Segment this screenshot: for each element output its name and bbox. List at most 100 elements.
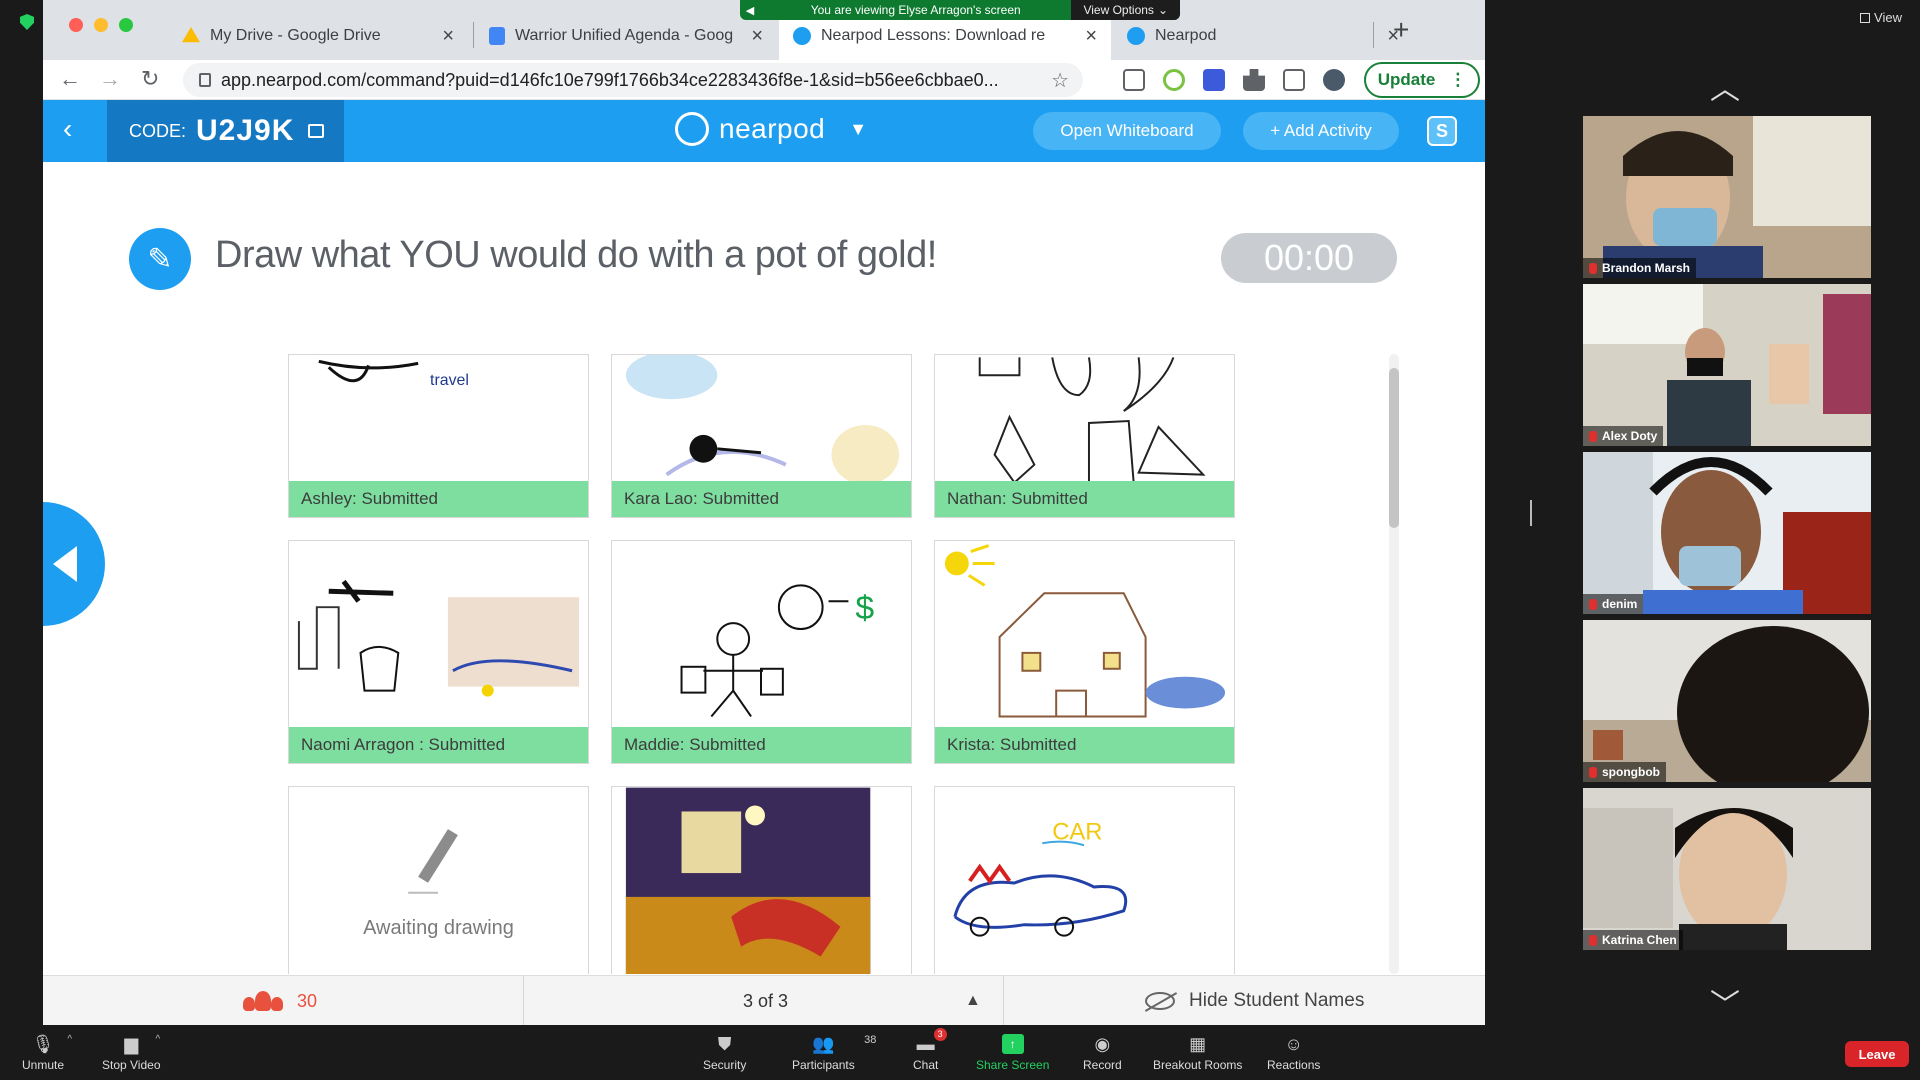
reactions-icon: ☺ — [1284, 1033, 1303, 1054]
nearpod-content: ✎ Draw what YOU would do with a pot of g… — [43, 162, 1485, 975]
extension-icon[interactable] — [1203, 69, 1225, 91]
participant-video — [1583, 284, 1871, 446]
tab-divider — [473, 22, 474, 48]
lock-icon — [199, 73, 211, 87]
update-button[interactable]: Update ⋮ — [1364, 62, 1480, 98]
puzzle-icon[interactable] — [1243, 69, 1265, 91]
participant-tile[interactable]: denim — [1583, 452, 1871, 614]
share-code-icon[interactable] — [308, 124, 325, 138]
gallery-up-icon[interactable]: ︿ — [1710, 64, 1740, 108]
profile-avatar[interactable] — [1323, 69, 1345, 91]
chat-badge: 3 — [933, 1028, 947, 1041]
svg-text:travel: travel — [430, 372, 469, 389]
view-icon — [1860, 12, 1871, 23]
view-button[interactable]: View — [1860, 10, 1902, 25]
more-menu-icon[interactable]: ⋮ — [1449, 70, 1466, 90]
security-shield-icon[interactable] — [20, 14, 34, 30]
muted-mic-icon — [1589, 262, 1597, 274]
nearpod-favicon-icon — [793, 27, 811, 45]
participants-button[interactable]: 👥 38 Participants — [792, 1034, 876, 1073]
breakout-rooms-icon: ▦ — [1189, 1033, 1207, 1054]
back-icon[interactable]: ← — [59, 66, 81, 92]
minimize-window-button[interactable] — [94, 18, 108, 32]
submission-label: Krista: Submitted — [935, 727, 1234, 763]
drawing-thumbnail — [625, 787, 871, 974]
gallery-down-icon[interactable]: ﹀ — [1710, 980, 1740, 1024]
submission-card[interactable] — [611, 786, 912, 974]
submission-card[interactable]: Naomi Arragon : Submitted — [288, 540, 589, 764]
participant-video — [1583, 788, 1871, 950]
submission-card[interactable]: $ Maddie: Submitted — [611, 540, 912, 764]
chevron-up-icon: ^ — [155, 1034, 161, 1045]
s-app-badge[interactable]: S — [1427, 116, 1457, 146]
speaker-icon: ◀ — [745, 4, 755, 17]
window-controls — [69, 18, 133, 32]
participant-tile[interactable]: spongbob — [1583, 620, 1871, 782]
arrow-left-icon — [53, 546, 77, 582]
submission-card[interactable]: Kara Lao: Submitted — [611, 354, 912, 518]
split-resize-handle[interactable] — [1530, 500, 1532, 526]
close-tab-icon[interactable]: × — [1085, 25, 1097, 48]
submission-card[interactable]: Nathan: Submitted — [934, 354, 1235, 518]
participant-tile[interactable]: Brandon Marsh — [1583, 116, 1871, 278]
leave-button[interactable]: Leave — [1845, 1041, 1909, 1067]
close-tab-icon[interactable]: × — [442, 25, 454, 48]
participant-tile[interactable]: Alex Doty — [1583, 284, 1871, 446]
open-whiteboard-button[interactable]: Open Whiteboard — [1033, 112, 1221, 150]
forward-icon[interactable]: → — [99, 66, 121, 92]
close-window-button[interactable] — [69, 18, 83, 32]
maximize-window-button[interactable] — [119, 18, 133, 32]
close-tab-icon[interactable]: × — [751, 25, 763, 48]
bookmark-star-icon[interactable]: ☆ — [1051, 68, 1069, 93]
chevron-down-icon[interactable]: ▼ — [849, 119, 867, 140]
nearpod-logo-icon — [675, 112, 709, 146]
participant-video — [1583, 116, 1871, 278]
stop-video-button[interactable]: ▆ ^ Stop Video — [102, 1034, 161, 1073]
add-activity-button[interactable]: + Add Activity — [1243, 112, 1399, 150]
share-screen-button[interactable]: ↑ Share Screen — [976, 1034, 1049, 1072]
address-bar[interactable]: app.nearpod.com/command?puid=d146fc10e79… — [183, 63, 1083, 97]
participant-name: Alex Doty — [1583, 426, 1664, 446]
hide-student-names-button[interactable]: Hide Student Names — [1145, 976, 1364, 1025]
reload-icon[interactable]: ↻ — [141, 66, 159, 92]
footer-divider — [1003, 976, 1004, 1025]
record-button[interactable]: ◉ Record — [1083, 1034, 1122, 1073]
participant-name: denim — [1583, 594, 1644, 614]
nearpod-header: ‹ CODE: U2J9K nearpod ▼ Open Whiteboard … — [43, 100, 1485, 162]
submission-card[interactable]: Awaiting drawing — [288, 786, 589, 974]
new-tab-button[interactable]: + — [1393, 14, 1409, 46]
page-indicator: 3 of 3 — [743, 990, 789, 1011]
session-code: CODE: U2J9K — [107, 100, 344, 162]
scrollbar-thumb[interactable] — [1389, 368, 1399, 528]
nearpod-favicon-icon — [1127, 27, 1145, 45]
security-button[interactable]: ⛊ Security — [703, 1034, 746, 1073]
cast-icon[interactable] — [1283, 69, 1305, 91]
reactions-button[interactable]: ☺ Reactions — [1267, 1033, 1320, 1073]
nearpod-footer: 30 3 of 3 ▲ Hide Student Names — [43, 975, 1485, 1025]
timer[interactable]: 00:00 — [1221, 233, 1397, 283]
extension-icon[interactable] — [1163, 69, 1185, 91]
submission-card[interactable]: Krista: Submitted — [934, 540, 1235, 764]
previous-slide-button[interactable] — [43, 502, 105, 626]
nearpod-logo[interactable]: nearpod ▼ — [675, 112, 867, 146]
tab-google-drive[interactable]: My Drive - Google Drive × — [168, 12, 468, 60]
chevron-down-icon: ⌄ — [1157, 3, 1168, 17]
breakout-rooms-button[interactable]: ▦ Breakout Rooms — [1153, 1033, 1242, 1073]
participant-tile[interactable]: Katrina Chen — [1583, 788, 1871, 950]
view-options-button[interactable]: View Options ⌄ — [1071, 0, 1180, 20]
awaiting-drawing-text: Awaiting drawing — [363, 917, 514, 939]
tab-warrior-agenda[interactable]: Warrior Unified Agenda - Goog × — [475, 12, 777, 60]
drawing-thumbnail — [944, 544, 1226, 718]
extension-icon[interactable] — [1123, 69, 1145, 91]
back-arrow-icon[interactable]: ‹ — [63, 113, 72, 145]
submission-card[interactable]: CAR — [934, 786, 1235, 974]
expand-up-icon[interactable]: ▲ — [965, 976, 981, 1025]
submission-card[interactable]: travel Ashley: Submitted — [288, 354, 589, 518]
students-count[interactable]: 30 — [243, 976, 317, 1025]
zoom-window: View My Drive - Google Drive × Warrior U… — [0, 0, 1920, 1080]
chat-button[interactable]: ▬ 3 Chat — [913, 1028, 947, 1072]
drawing-thumbnail — [297, 579, 580, 697]
svg-text:$: $ — [855, 589, 874, 627]
unmute-button[interactable]: 🎙 ^ Unmute — [22, 1034, 72, 1073]
google-drive-icon — [182, 27, 200, 43]
